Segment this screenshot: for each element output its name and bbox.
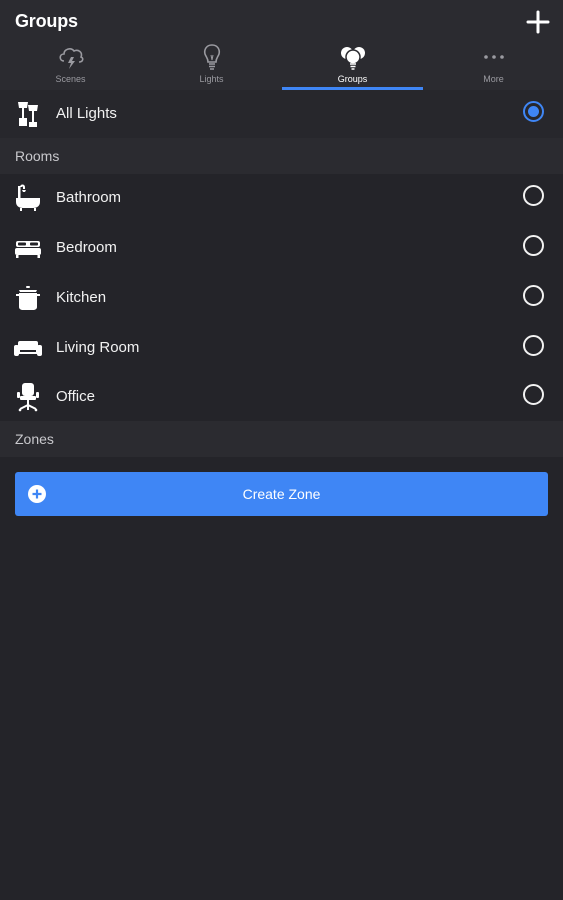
group-row-all-lights[interactable]: All Lights: [0, 90, 563, 138]
room-row-office[interactable]: Office: [0, 373, 563, 421]
room-row-bathroom[interactable]: Bathroom: [0, 174, 563, 222]
bulbs-cluster-icon: [341, 47, 365, 70]
room-row-living-room[interactable]: Living Room: [0, 324, 563, 372]
room-label-office: Office: [56, 388, 95, 405]
room-row-kitchen[interactable]: Kitchen: [0, 274, 563, 322]
page-title: Groups: [15, 11, 78, 31]
tab-lights-label: Lights: [199, 74, 224, 84]
tab-lights[interactable]: Lights: [141, 40, 282, 90]
radio-bathroom[interactable]: [523, 185, 544, 206]
pot-icon: [16, 286, 40, 310]
office-chair-icon: [17, 383, 39, 412]
room-label-bedroom: Bedroom: [56, 239, 117, 256]
bed-icon: [15, 241, 41, 258]
section-header-zones: Zones: [0, 421, 563, 457]
bulb-icon: [203, 44, 221, 70]
section-header-rooms: Rooms: [0, 138, 563, 174]
radio-office[interactable]: [523, 384, 544, 405]
tab-bar: Scenes Lights Groups More: [0, 40, 563, 90]
create-zone-label: Create Zone: [242, 486, 321, 502]
create-zone-button[interactable]: Create Zone: [15, 472, 548, 516]
group-label-all-lights: All Lights: [56, 105, 117, 122]
section-label-rooms: Rooms: [15, 148, 60, 164]
tab-groups[interactable]: Groups: [282, 40, 423, 90]
room-label-bathroom: Bathroom: [56, 189, 122, 206]
room-label-kitchen: Kitchen: [56, 289, 107, 306]
cloud-storm-icon: [59, 48, 84, 69]
radio-living-room[interactable]: [523, 335, 544, 356]
app-header: Groups Scenes Lights Groups More: [0, 0, 563, 90]
room-row-bedroom[interactable]: Bedroom: [0, 224, 563, 272]
plus-icon: [526, 10, 550, 34]
tab-more[interactable]: More: [423, 40, 563, 90]
more-dots-icon: [484, 55, 504, 59]
add-group-button[interactable]: [524, 8, 552, 36]
room-label-living-room: Living Room: [56, 339, 140, 356]
tab-groups-label: Groups: [337, 74, 368, 84]
all-lights-icon: [18, 102, 38, 127]
radio-bedroom[interactable]: [523, 235, 544, 256]
radio-kitchen[interactable]: [523, 285, 544, 306]
tab-scenes-label: Scenes: [55, 74, 86, 84]
bathtub-icon: [16, 184, 40, 211]
tab-scenes[interactable]: Scenes: [0, 40, 141, 90]
section-label-zones: Zones: [15, 431, 54, 447]
radio-all-lights[interactable]: [523, 101, 544, 122]
tab-more-label: More: [483, 74, 504, 84]
sofa-icon: [14, 341, 42, 356]
